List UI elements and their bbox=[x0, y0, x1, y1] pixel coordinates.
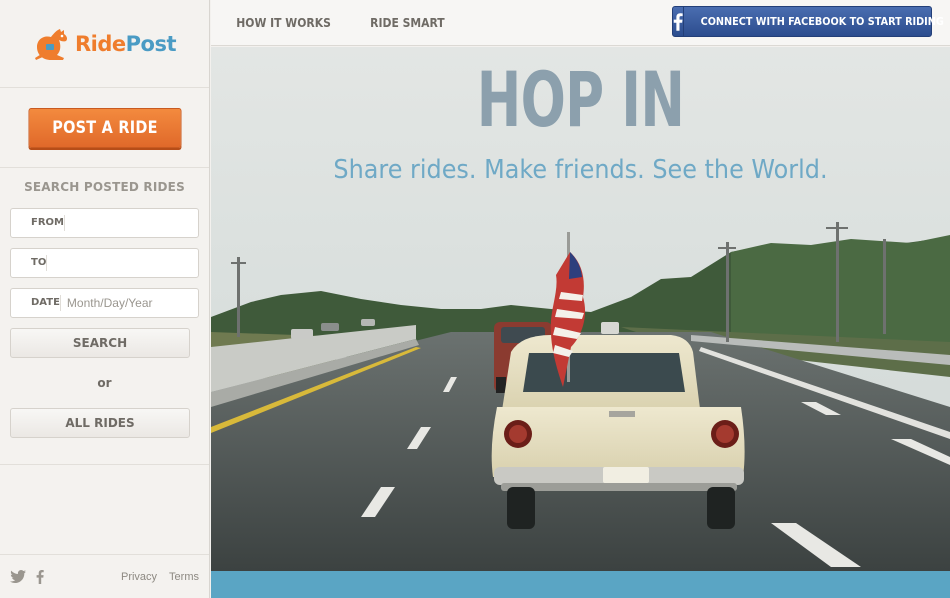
search-button[interactable]: SEARCH bbox=[10, 328, 190, 358]
post-a-ride-button[interactable]: POST A RIDE bbox=[28, 107, 181, 148]
top-navigation: HOW IT WORKS RIDE SMART CONNECT WITH FAC… bbox=[211, 0, 950, 46]
all-rides-button[interactable]: ALL RIDES bbox=[10, 408, 190, 438]
logo-text-ride: Ride bbox=[74, 31, 126, 56]
terms-link[interactable]: Terms bbox=[169, 571, 199, 583]
date-label: DATE bbox=[11, 295, 61, 311]
sidebar-footer: Privacy Terms bbox=[0, 554, 209, 598]
nav-ride-smart[interactable]: RIDE SMART bbox=[370, 16, 445, 30]
sidebar: RidePost POST A RIDE SEARCH POSTED RIDES… bbox=[0, 0, 226, 598]
social-links bbox=[10, 569, 44, 584]
post-ride-area: POST A RIDE bbox=[0, 88, 209, 168]
or-separator: or bbox=[97, 376, 112, 390]
search-panel-title: SEARCH POSTED RIDES bbox=[24, 180, 185, 194]
from-label: FROM bbox=[11, 215, 65, 231]
hero-subtitle: Share rides. Make friends. See the World… bbox=[333, 155, 828, 185]
bottom-color-band bbox=[211, 571, 950, 598]
footer-links: Privacy Terms bbox=[121, 571, 199, 583]
date-field[interactable]: DATE bbox=[10, 288, 222, 318]
connect-facebook-label: CONNECT WITH FACEBOOK TO START RIDING bbox=[700, 15, 944, 28]
to-input[interactable] bbox=[47, 250, 209, 276]
nav-how-it-works[interactable]: HOW IT WORKS bbox=[236, 16, 331, 30]
from-input[interactable] bbox=[64, 210, 226, 236]
facebook-logo-icon bbox=[673, 7, 684, 36]
from-field[interactable]: FROM bbox=[10, 208, 226, 238]
logo-text-post: Post bbox=[125, 31, 177, 56]
logo[interactable]: RidePost bbox=[0, 0, 209, 88]
date-input[interactable] bbox=[60, 290, 222, 316]
logo-text: RidePost bbox=[74, 31, 177, 56]
kangaroo-logo-icon bbox=[34, 28, 68, 60]
search-rides-panel: SEARCH POSTED RIDES FROM TO DATE SEARCH … bbox=[0, 168, 226, 465]
privacy-link[interactable]: Privacy bbox=[121, 571, 157, 583]
connect-facebook-button[interactable]: CONNECT WITH FACEBOOK TO START RIDING bbox=[672, 6, 944, 37]
logo-inner: RidePost bbox=[33, 27, 177, 61]
hero-section: HOP IN Share rides. Make friends. See th… bbox=[211, 47, 950, 571]
twitter-icon[interactable] bbox=[10, 570, 26, 583]
facebook-icon[interactable] bbox=[36, 569, 44, 584]
hero-title: HOP IN bbox=[476, 55, 685, 144]
to-label: TO bbox=[11, 255, 48, 271]
to-field[interactable]: TO bbox=[10, 248, 209, 278]
